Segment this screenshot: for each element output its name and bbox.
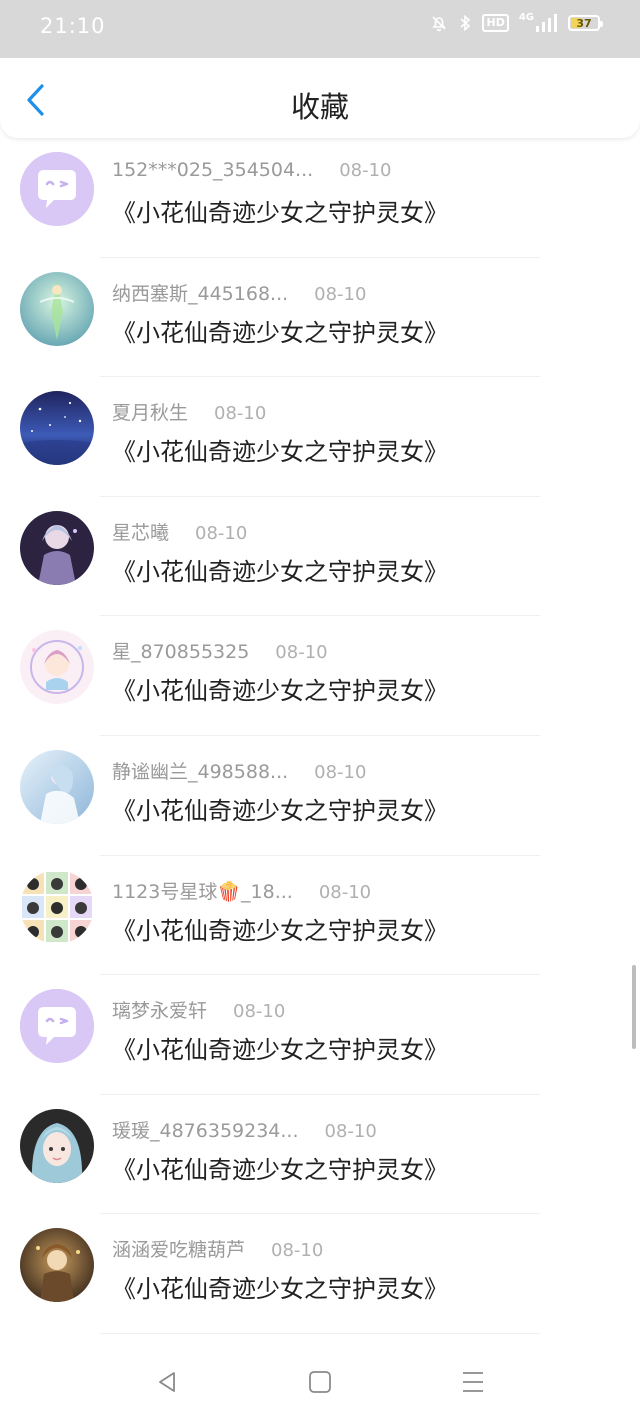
pastel-anime-girl-avatar-icon: [20, 630, 94, 705]
triangle-back-icon: [159, 1372, 175, 1392]
item-meta: 1123号星球🍿_18... 08-10: [112, 877, 371, 904]
list-item[interactable]: 纳西塞斯_445168... 08-10 《小花仙奇迹少女之守护灵女》: [0, 258, 640, 378]
avatar[interactable]: [20, 1108, 94, 1183]
network-type: 4G: [518, 11, 534, 23]
username[interactable]: 152***025_354504...: [112, 159, 313, 181]
username[interactable]: 瑗瑗_4876359234...: [112, 1116, 299, 1143]
item-meta: 夏月秋生 08-10: [112, 398, 266, 425]
list-item[interactable]: 涵涵爱吃糖葫芦 08-10 《小花仙奇迹少女之守护灵女》: [0, 1214, 640, 1334]
username[interactable]: 星_870855325: [112, 637, 249, 664]
menu-lines-icon: [463, 1372, 483, 1392]
list-item[interactable]: 星_870855325 08-10 《小花仙奇迹少女之守护灵女》: [0, 616, 640, 736]
username[interactable]: 璃梦永爱轩: [112, 996, 207, 1023]
item-meta: 璃梦永爱轩 08-10: [112, 996, 285, 1023]
avatar[interactable]: [20, 271, 94, 346]
battery-percent: 37: [576, 16, 592, 30]
favorite-title[interactable]: 《小花仙奇迹少女之守护灵女》: [112, 1269, 448, 1304]
date: 08-10: [339, 160, 392, 181]
avatar[interactable]: [20, 510, 94, 585]
favorite-title[interactable]: 《小花仙奇迹少女之守护灵女》: [112, 432, 448, 467]
date: 08-10: [233, 1001, 286, 1023]
avatar[interactable]: [20, 152, 94, 226]
green-fairy-avatar-icon: [20, 271, 94, 346]
nav-back-button[interactable]: [149, 1364, 185, 1400]
page-title: 收藏: [290, 90, 349, 124]
date: 08-10: [275, 642, 328, 664]
username[interactable]: 夏月秋生: [112, 398, 188, 425]
item-meta: 涵涵爱吃糖葫芦 08-10: [112, 1235, 323, 1262]
signal-icon: 4G: [518, 11, 558, 32]
favorites-list: 152***025_354504... 08-10 《小花仙奇迹少女之守护灵女》 纳…: [0, 138, 640, 1334]
item-meta: 星_870855325 08-10: [112, 637, 328, 664]
square-home-icon: [309, 1371, 331, 1393]
list-item[interactable]: 静谧幽兰_498588... 08-10 《小花仙奇迹少女之守护灵女》: [0, 736, 640, 856]
brown-fairy-avatar-icon: [20, 1228, 94, 1303]
blue-hair-girl-avatar-icon: [20, 1108, 94, 1183]
header: 收藏: [0, 58, 640, 138]
username[interactable]: 涵涵爱吃糖葫芦: [112, 1235, 245, 1262]
favorite-title[interactable]: 《小花仙奇迹少女之守护灵女》: [112, 1150, 448, 1185]
date: 08-10: [324, 1120, 377, 1142]
item-meta: 静谧幽兰_498588... 08-10: [112, 757, 366, 784]
nav-menu-button[interactable]: [455, 1364, 491, 1400]
divider: [100, 1332, 540, 1334]
favorite-title[interactable]: 《小花仙奇迹少女之守护灵女》: [112, 193, 448, 228]
username[interactable]: 静谧幽兰_498588...: [112, 757, 288, 784]
date: 08-10: [195, 522, 248, 544]
favorite-title[interactable]: 《小花仙奇迹少女之守护灵女》: [112, 1030, 448, 1065]
favorite-title[interactable]: 《小花仙奇迹少女之守护灵女》: [112, 791, 448, 826]
favorite-title[interactable]: 《小花仙奇迹少女之守护灵女》: [112, 313, 448, 348]
list-item[interactable]: 璃梦永爱轩 08-10 《小花仙奇迹少女之守护灵女》: [0, 975, 640, 1095]
username[interactable]: 星芯曦: [112, 518, 169, 545]
favorite-title[interactable]: 《小花仙奇迹少女之守护灵女》: [112, 671, 448, 706]
avatar[interactable]: [20, 1228, 94, 1303]
item-meta: 瑗瑗_4876359234... 08-10: [112, 1116, 377, 1143]
avatar[interactable]: [20, 869, 94, 944]
status-icons: HD 4G 37: [430, 11, 603, 32]
system-nav-bar: [0, 1342, 640, 1422]
starry-sky-avatar-icon: [20, 391, 94, 466]
blue-fairy-avatar-icon: [20, 749, 94, 824]
default-chat-avatar-icon: [20, 989, 94, 1064]
battery-icon: 37: [568, 15, 603, 31]
date: 08-10: [314, 761, 367, 783]
scrollbar[interactable]: [632, 965, 636, 1049]
favorite-title[interactable]: 《小花仙奇迹少女之守护灵女》: [112, 911, 448, 946]
item-meta: 纳西塞斯_445168... 08-10: [112, 279, 366, 306]
list-item[interactable]: 夏月秋生 08-10 《小花仙奇迹少女之守护灵女》: [0, 377, 640, 497]
status-time: 21:10: [40, 14, 106, 38]
item-meta: 星芯曦 08-10: [112, 518, 247, 545]
date: 08-10: [214, 403, 267, 425]
date: 08-10: [314, 283, 367, 305]
item-meta: 152***025_354504... 08-10: [112, 159, 392, 181]
avatar[interactable]: [20, 630, 94, 705]
nav-home-button[interactable]: [302, 1364, 338, 1400]
cartoon-grid-avatar-icon: [20, 869, 94, 944]
date: 08-10: [318, 881, 372, 903]
dark-anime-girl-avatar-icon: [20, 510, 94, 585]
list-item[interactable]: 1123号星球🍿_18... 08-10 《小花仙奇迹少女之守护灵女》: [0, 856, 640, 976]
avatar[interactable]: [20, 989, 94, 1064]
list-item[interactable]: 星芯曦 08-10 《小花仙奇迹少女之守护灵女》: [0, 497, 640, 617]
avatar[interactable]: [20, 749, 94, 824]
bell-muted-icon: [430, 14, 448, 32]
battery-cap: [600, 21, 603, 27]
status-bar: 21:10 HD 4G 37: [0, 0, 640, 58]
default-chat-avatar-icon: [20, 152, 94, 226]
screen: 21:10 HD 4G 37 收藏 152***025_354504... 08…: [0, 0, 640, 1422]
list-item[interactable]: 152***025_354504... 08-10 《小花仙奇迹少女之守护灵女》: [0, 138, 640, 258]
date: 08-10: [271, 1240, 324, 1262]
list-item[interactable]: 瑗瑗_4876359234... 08-10 《小花仙奇迹少女之守护灵女》: [0, 1095, 640, 1215]
bluetooth-icon: [458, 14, 472, 32]
hd-badge: HD: [482, 14, 509, 32]
username[interactable]: 1123号星球🍿_18...: [112, 877, 293, 904]
username[interactable]: 纳西塞斯_445168...: [112, 279, 288, 306]
avatar[interactable]: [20, 391, 94, 466]
favorite-title[interactable]: 《小花仙奇迹少女之守护灵女》: [112, 552, 448, 587]
